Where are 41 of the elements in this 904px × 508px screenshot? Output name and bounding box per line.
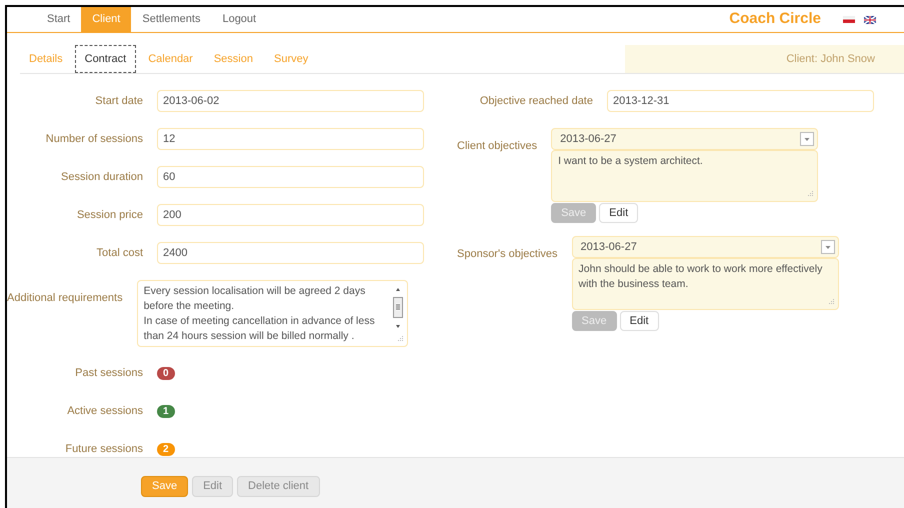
- field-label: Session price: [76, 208, 143, 223]
- count-badge: 0: [157, 366, 175, 380]
- field-label: Total cost: [96, 246, 143, 261]
- client-name: Client: John Snow: [786, 52, 875, 67]
- objective-text: John should be able to work to work more effectively with the business team.: [578, 262, 824, 292]
- nav-link[interactable]: Logout: [211, 7, 268, 32]
- nav-link[interactable]: Start: [36, 7, 82, 32]
- count-badge: 2: [157, 442, 175, 456]
- tab[interactable]: Contract: [74, 45, 136, 73]
- field-label: Start date: [94, 94, 143, 109]
- field-label: Active sessions: [66, 404, 143, 419]
- brand-title: Coach Circle: [729, 9, 821, 30]
- flag-icon: [864, 16, 876, 24]
- date-dropdown[interactable]: 2013-06-27: [551, 128, 818, 150]
- field-label: Objective reached date: [478, 94, 593, 109]
- objective-text: I want to be a system architect.: [558, 154, 704, 169]
- field-label: Past sessions: [74, 366, 143, 381]
- input-field[interactable]: 2013-06-02: [157, 90, 424, 112]
- input-field[interactable]: 60: [157, 166, 424, 188]
- field-label: Additional requirements: [7, 292, 123, 304]
- input-field[interactable]: 2013-12-31: [607, 90, 874, 112]
- input-field[interactable]: 2400: [157, 242, 424, 264]
- objective-textarea[interactable]: I want to be a system architect.: [551, 150, 818, 202]
- edit-button[interactable]: Edit: [599, 203, 638, 223]
- caret-icon: [820, 240, 835, 254]
- requirements-textarea[interactable]: Every session localisation will be agreed 2 days before the meeting. In case of meeting cancellation in advance of less than 24 hours session will be billed normally .: [136, 280, 408, 347]
- objective-textarea[interactable]: John should be able to work to work more effectively with the business team.: [572, 258, 839, 310]
- input-field[interactable]: 12: [157, 128, 424, 150]
- edit-button[interactable]: Edit: [620, 311, 659, 331]
- date-dropdown[interactable]: 2013-06-27: [572, 236, 839, 258]
- requirements-text: Every session localisation will be agreed 2 days before the meeting. In case of meeting cancellation in advance of less than 24 hours session will be billed normally .: [144, 284, 376, 344]
- field-label: Sponsor's objectives: [457, 248, 558, 260]
- field-label: Client objectives: [457, 140, 538, 152]
- field-label: Session duration: [60, 170, 143, 185]
- nav-link[interactable]: Settlements: [131, 7, 212, 32]
- caret-icon: [800, 132, 814, 146]
- flag-icon: [843, 16, 855, 23]
- field-label: Future sessions: [64, 442, 143, 457]
- count-badge: 1: [157, 404, 175, 418]
- input-field[interactable]: 200: [157, 204, 424, 226]
- field-label: Number of sessions: [44, 132, 143, 147]
